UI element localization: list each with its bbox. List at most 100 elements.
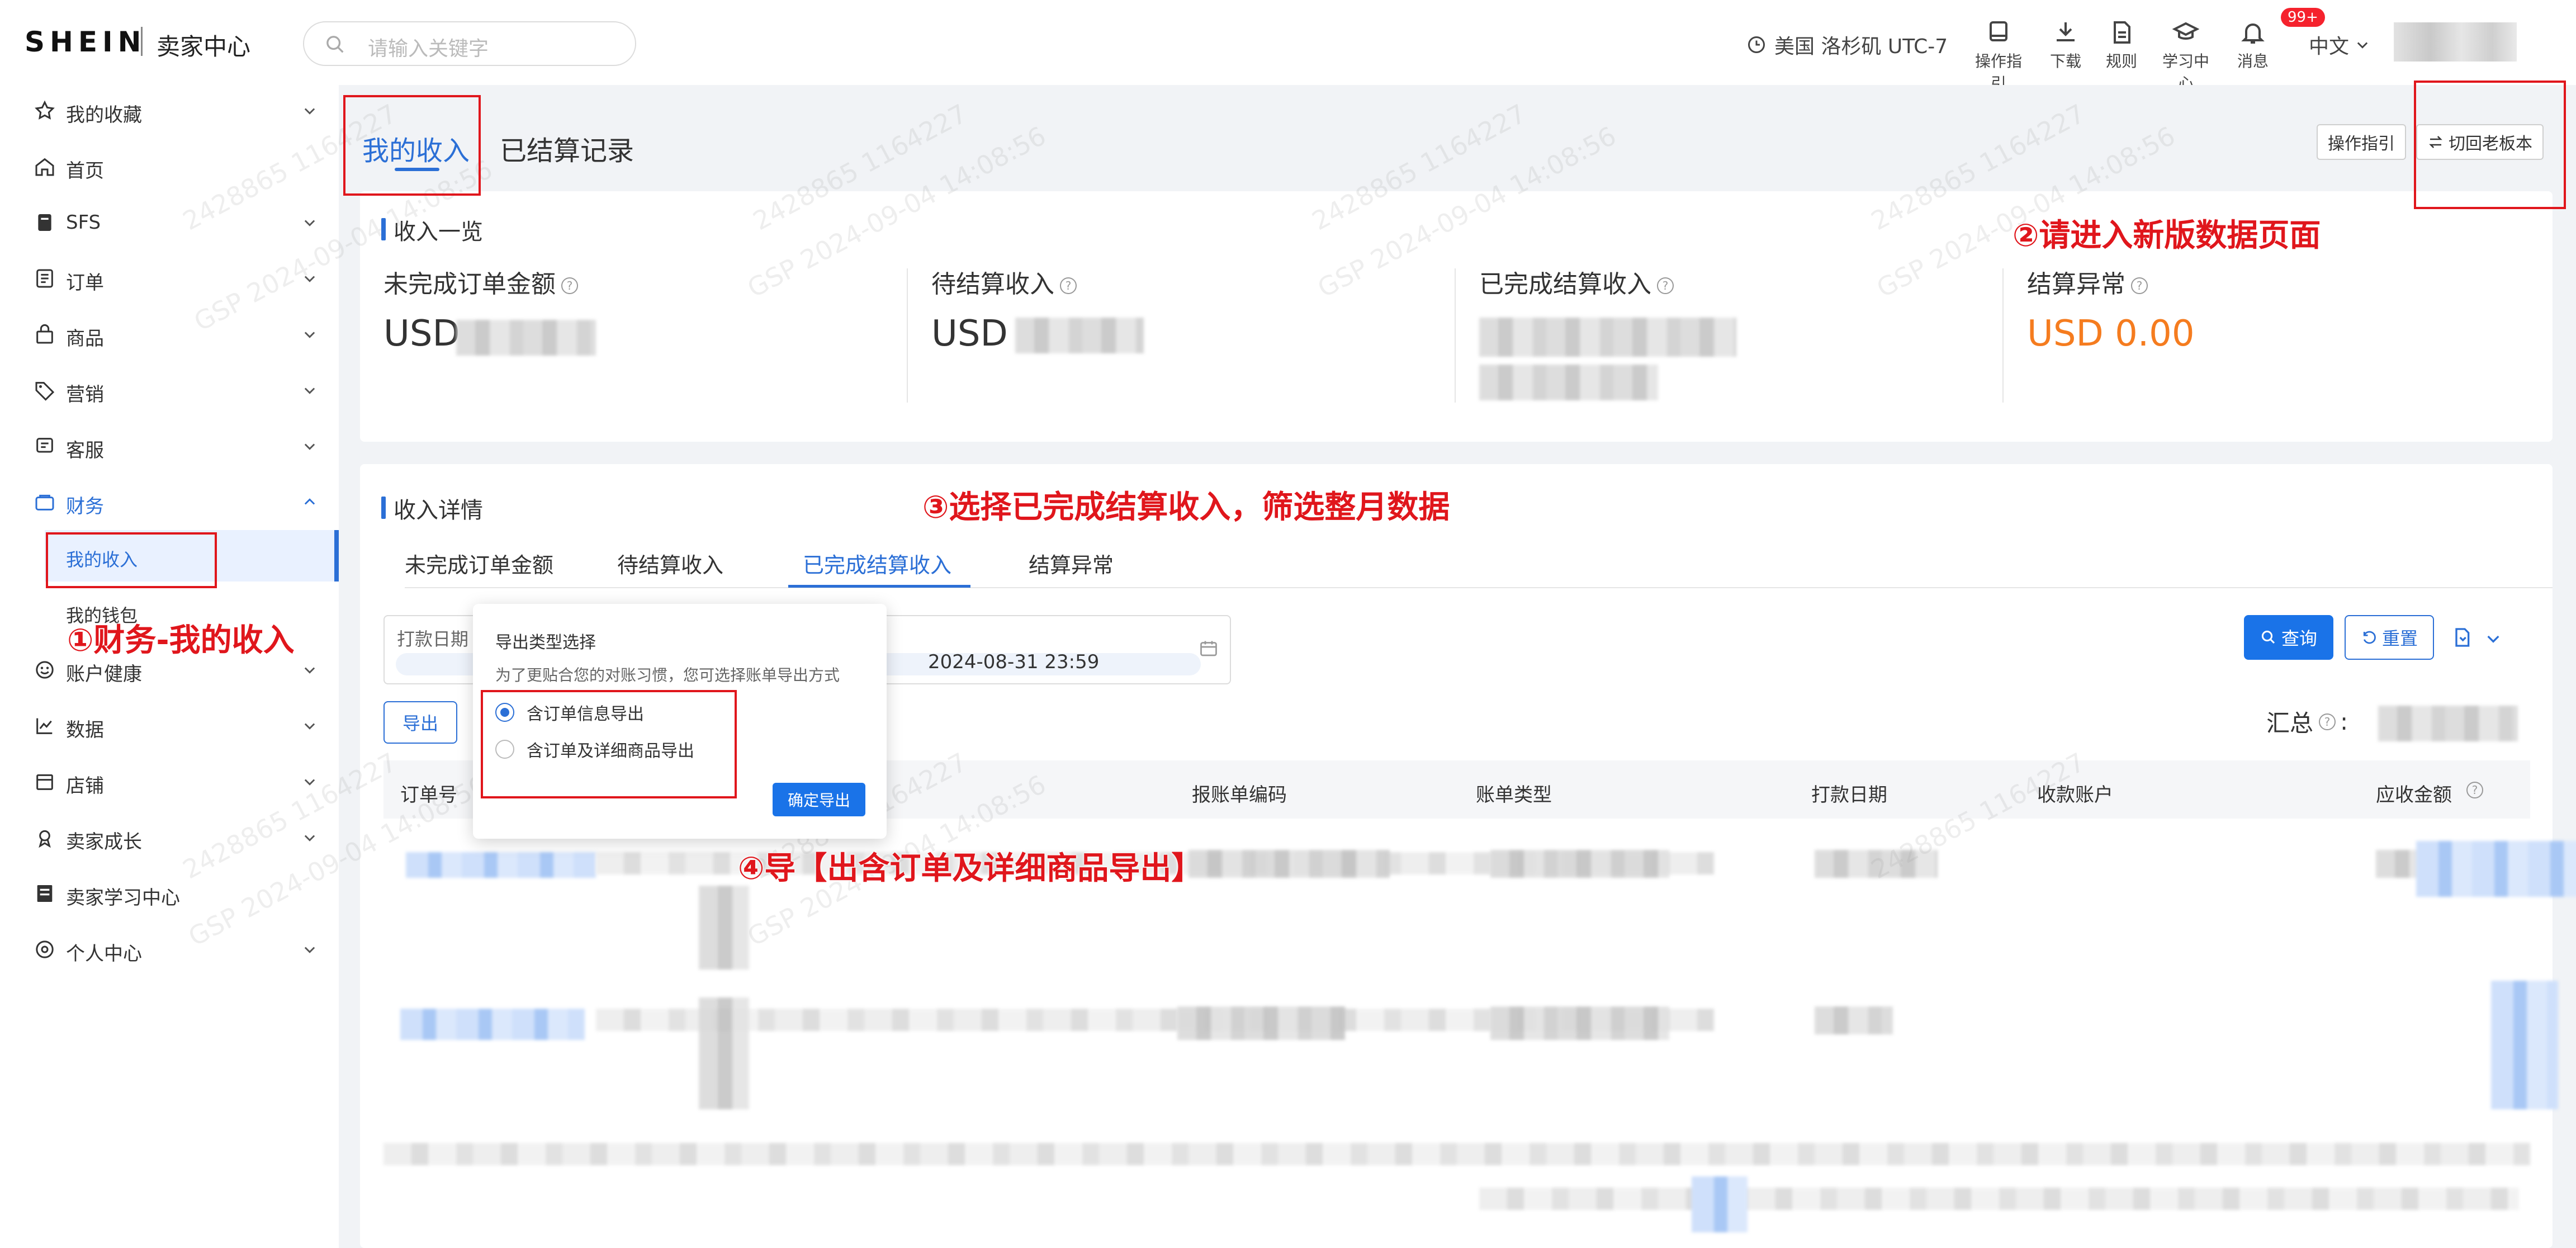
sidebar-item-label: 数据 — [66, 719, 104, 741]
sidebar-item-label: 首页 — [66, 160, 104, 182]
redacted-amount — [456, 320, 596, 356]
tool-rules-label: 规则 — [2105, 52, 2137, 70]
sidebar-item-label: 财务 — [66, 495, 104, 518]
table-row[interactable] — [383, 1132, 2530, 1244]
guide-button[interactable]: 操作指引 — [2317, 124, 2406, 160]
annotation-step-2: ②请进入新版数据页面 — [2012, 218, 2321, 254]
chevron-down-icon[interactable] — [2484, 630, 2502, 647]
bag-icon — [34, 323, 56, 346]
annotation-box-export-options — [481, 690, 737, 798]
book-icon — [1985, 19, 2012, 46]
tab-settled[interactable]: 已完成结算收入 — [803, 548, 951, 579]
export-button[interactable]: 导出 — [383, 701, 457, 744]
summary-label: 结算异常 — [2027, 270, 2125, 299]
tool-messages[interactable]: 消息 — [2222, 19, 2284, 72]
column-header: 打款日期 — [1811, 784, 1887, 806]
sidebar-item-personal[interactable]: 个人中心 — [0, 924, 339, 975]
reset-label: 重置 — [2381, 628, 2418, 649]
chevron-down-icon — [302, 718, 318, 734]
language-label: 中文 — [2309, 35, 2350, 58]
help-icon[interactable]: ? — [561, 277, 578, 294]
reset-button[interactable]: 重置 — [2345, 615, 2434, 660]
redacted-amount — [1015, 318, 1144, 353]
download-icon — [2052, 19, 2079, 46]
tab-exception[interactable]: 结算异常 — [1029, 548, 1114, 579]
tool-rules[interactable]: 规则 — [2091, 19, 2152, 72]
sidebar-item-label: 订单 — [66, 272, 104, 294]
sidebar-item-favorites[interactable]: 我的收藏 — [0, 85, 339, 136]
divider — [2002, 268, 2004, 403]
list-icon — [34, 267, 56, 290]
bell-icon — [2239, 19, 2266, 46]
chevron-up-icon — [302, 494, 318, 510]
annotation-box-switch — [2414, 81, 2566, 209]
health-icon — [34, 659, 56, 681]
doc-icon — [34, 211, 56, 234]
table-row[interactable] — [383, 841, 2576, 1132]
popup-title: 导出类型选择 — [495, 633, 596, 653]
sidebar-item-label: 我的收藏 — [66, 104, 142, 126]
chevron-down-icon — [302, 103, 318, 119]
help-icon[interactable]: ? — [1657, 277, 1674, 294]
sidebar-item-service[interactable]: 客服 — [0, 420, 339, 472]
user-avatar[interactable] — [2394, 22, 2517, 62]
confirm-export-button[interactable]: 确定导出 — [773, 783, 865, 816]
annotation-box-tab — [343, 95, 481, 196]
tool-download-label: 下载 — [2049, 52, 2081, 70]
date-end-value[interactable]: 2024-08-31 23:59 — [928, 651, 1099, 673]
redacted-amount — [1479, 365, 1658, 400]
tool-download[interactable]: 下载 — [2035, 19, 2096, 72]
sidebar-item-sfs[interactable]: SFS — [0, 197, 339, 248]
brand-logo[interactable]: SHEIN — [25, 26, 146, 58]
active-tab-underline — [788, 585, 970, 588]
sidebar-item-label: 卖家学习中心 — [66, 887, 180, 909]
sidebar-item-label: 账户健康 — [66, 663, 142, 686]
search-icon — [324, 34, 347, 56]
query-button[interactable]: 查询 — [2244, 615, 2333, 660]
help-icon[interactable]: ? — [1060, 277, 1077, 294]
detail-title: 收入详情 — [381, 492, 483, 524]
selected-indicator — [334, 530, 339, 582]
document-icon — [2108, 19, 2135, 46]
chevron-down-icon — [2355, 37, 2370, 53]
search-input[interactable]: 请输入关键字 — [368, 32, 489, 62]
reset-icon — [2361, 629, 2378, 646]
divider — [1455, 268, 1456, 403]
income-detail-card: 收入详情 未完成订单金额 待结算收入 已完成结算收入 结算异常 打款日期 202… — [360, 464, 2576, 1248]
calendar-icon[interactable] — [1199, 639, 1219, 659]
tab-settled-records[interactable]: 已结算记录 — [500, 129, 634, 168]
star-icon — [34, 100, 56, 122]
summary-label: 已完成结算收入 — [1479, 270, 1651, 299]
graduation-cap-icon — [2172, 19, 2199, 46]
search-box[interactable]: 请输入关键字 — [303, 21, 636, 66]
sidebar-item-label: 店铺 — [66, 775, 104, 797]
brand-subtitle: 卖家中心 — [157, 33, 251, 60]
help-icon[interactable]: ? — [2131, 277, 2148, 294]
tool-messages-label: 消息 — [2237, 52, 2269, 70]
chevron-down-icon — [302, 327, 318, 342]
tab-pending[interactable]: 待结算收入 — [617, 548, 723, 579]
timezone-display[interactable]: 美国 洛杉矶 UTC-7 — [1746, 30, 1948, 59]
column-header: 应收金额 — [2376, 784, 2452, 806]
column-settings-icon[interactable] — [2451, 626, 2473, 649]
help-icon[interactable]: ? — [2466, 782, 2483, 798]
sidebar-item-label: SFS — [66, 211, 101, 234]
sidebar-item-products[interactable]: 商品 — [0, 309, 339, 360]
sidebar-item-finance[interactable]: 财务 — [0, 476, 339, 528]
tool-guide[interactable]: 操作指引 — [1968, 19, 2029, 94]
chevron-down-icon — [302, 215, 318, 230]
sidebar-item-marketing[interactable]: 营销 — [0, 365, 339, 416]
language-select[interactable]: 中文 — [2309, 30, 2370, 59]
chevron-down-icon — [302, 662, 318, 678]
help-icon[interactable]: ? — [2319, 713, 2336, 730]
tab-unfinished[interactable]: 未完成订单金额 — [405, 548, 553, 579]
store-icon — [34, 770, 56, 793]
sidebar-item-data[interactable]: 数据 — [0, 700, 339, 751]
tag-icon — [34, 379, 56, 401]
sidebar-item-label: 个人中心 — [66, 943, 142, 965]
sidebar-item-label: 客服 — [66, 439, 104, 462]
study-icon — [34, 882, 56, 905]
table-row[interactable] — [383, 819, 2532, 975]
tool-learning[interactable]: 学习中心 — [2155, 19, 2217, 94]
chevron-down-icon — [302, 830, 318, 845]
